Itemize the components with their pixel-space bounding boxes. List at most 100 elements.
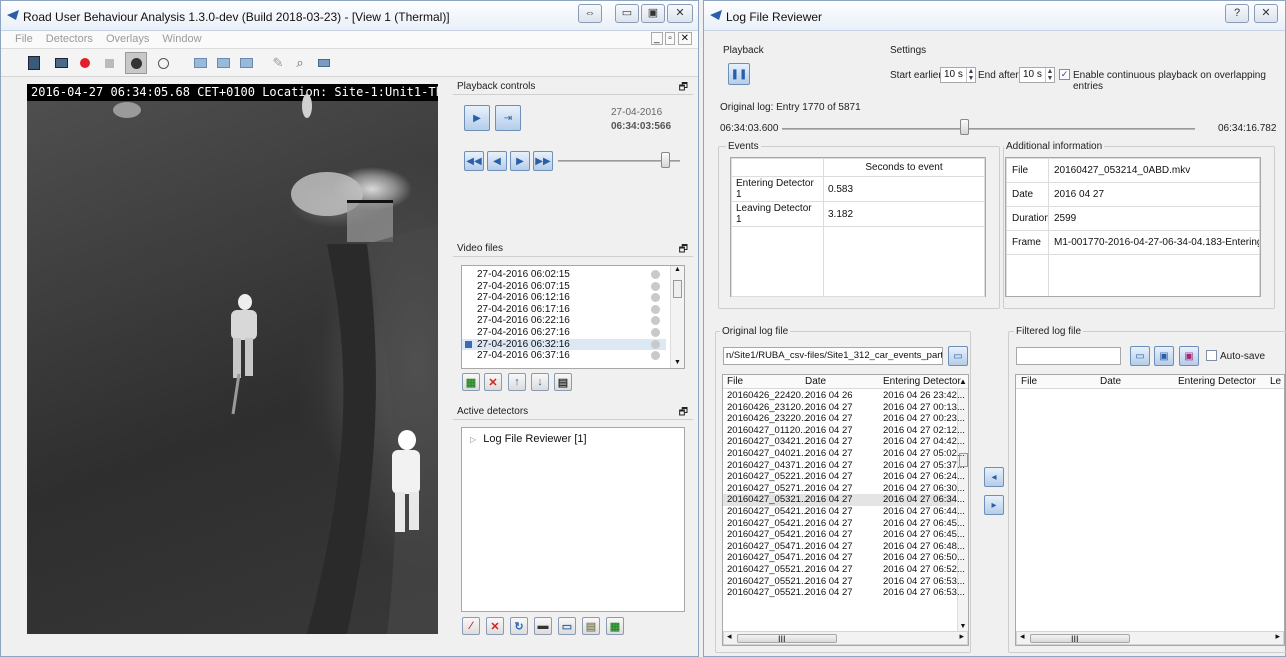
play-button[interactable]: ▶ bbox=[464, 105, 490, 131]
video-file-item[interactable]: 27-04-2016 06:12:16 bbox=[462, 292, 666, 303]
main-title-bar[interactable]: Road User Behaviour Analysis 1.3.0-dev (… bbox=[1, 1, 698, 31]
scroll-right-icon[interactable]: ▸ bbox=[1275, 631, 1280, 642]
add-video-button[interactable]: ▦ bbox=[462, 373, 480, 391]
original-log-hscrollbar[interactable]: ◂ III ▸ bbox=[723, 631, 968, 645]
scroll-down-icon[interactable]: ▼ bbox=[671, 359, 684, 366]
detector-view-button[interactable]: ▭ bbox=[558, 617, 576, 635]
save-as-filtered-log-button[interactable]: ▣ bbox=[1179, 346, 1199, 366]
log-position-slider-thumb[interactable] bbox=[959, 119, 969, 135]
log-row[interactable]: 20160427_05321... 2016 04 27 2016 04 27 06… bbox=[723, 494, 965, 506]
filtered-log-hscrollbar[interactable]: ◂ III ▸ bbox=[1016, 631, 1284, 645]
mdi-close-button[interactable]: ✕ bbox=[677, 32, 692, 45]
log-row[interactable]: 20160427_05421... 2016 04 27 2016 04 27 06… bbox=[723, 518, 965, 530]
menu-file[interactable]: File bbox=[1, 31, 38, 47]
dock-float-icon[interactable]: 🗗 bbox=[679, 80, 688, 97]
info-value[interactable]: 20160427_053214_0ABD.mkv bbox=[1048, 158, 1260, 183]
menu-detectors[interactable]: Detectors bbox=[41, 31, 98, 47]
detector-tree-item[interactable]: ▷ Log File Reviewer [1] bbox=[470, 433, 587, 445]
step-to-button[interactable]: ⇥ bbox=[495, 105, 521, 131]
open-project-icon[interactable] bbox=[25, 54, 43, 72]
scroll-thumb[interactable]: III bbox=[1030, 634, 1130, 644]
scroll-right-icon[interactable]: ▸ bbox=[959, 631, 964, 642]
spin-arrows-icon[interactable]: ▲ ▼ bbox=[966, 68, 975, 82]
move-up-button[interactable]: ↑ bbox=[508, 373, 526, 391]
open-original-log-button[interactable]: ▭ bbox=[948, 346, 968, 366]
move-to-filtered-button[interactable]: ▸ bbox=[984, 495, 1004, 515]
continuous-playback-checkbox[interactable]: ✓ bbox=[1059, 69, 1070, 80]
auto-save-checkbox[interactable] bbox=[1206, 350, 1217, 361]
rewind-fast-button[interactable]: ◀◀ bbox=[464, 151, 484, 171]
log-row[interactable]: 20160426_23220... 2016 04 27 2016 04 27 00… bbox=[723, 413, 965, 425]
menu-overlays[interactable]: Overlays bbox=[101, 31, 154, 47]
mdi-restore-button[interactable]: ▫ bbox=[665, 32, 675, 45]
timer-icon[interactable] bbox=[125, 52, 147, 74]
restore-size-icon[interactable]: ⇔ bbox=[578, 4, 602, 23]
step-forward-button[interactable]: ▶ bbox=[510, 151, 530, 171]
column-header[interactable]: Entering Detector bbox=[883, 375, 961, 389]
column-header[interactable]: Le bbox=[1270, 375, 1281, 389]
video-file-item[interactable]: 27-04-2016 06:02:15 bbox=[462, 269, 666, 280]
column-header[interactable]: Date bbox=[1100, 375, 1121, 389]
scroll-thumb[interactable] bbox=[673, 280, 682, 298]
clock-icon[interactable] bbox=[154, 54, 172, 72]
pencil-icon[interactable]: ✎ bbox=[269, 54, 287, 72]
dock-float-icon[interactable]: 🗗 bbox=[679, 405, 688, 422]
mdi-minimize-button[interactable]: _ bbox=[650, 32, 663, 45]
log-row[interactable]: 20160427_05421... 2016 04 27 2016 04 27 06… bbox=[723, 506, 965, 518]
log-row[interactable]: 20160427_04021... 2016 04 27 2016 04 27 05… bbox=[723, 448, 965, 460]
screen-icon[interactable] bbox=[52, 54, 70, 72]
events-table[interactable]: Seconds to event Entering Detector 1 0.5… bbox=[730, 157, 986, 297]
event-value[interactable]: 0.583 bbox=[823, 176, 985, 202]
video-file-item[interactable]: 27-04-2016 06:17:16 bbox=[462, 304, 666, 315]
log-row[interactable]: 20160427_05421... 2016 04 27 2016 04 27 06… bbox=[723, 529, 965, 541]
close-button[interactable]: ✕ bbox=[667, 4, 693, 23]
log-row[interactable]: 20160427_05471... 2016 04 27 2016 04 27 06… bbox=[723, 552, 965, 564]
menu-window[interactable]: Window bbox=[157, 31, 206, 47]
open-filtered-log-button[interactable]: ▭ bbox=[1130, 346, 1150, 366]
log-row[interactable]: 20160427_05221... 2016 04 27 2016 04 27 06… bbox=[723, 471, 965, 483]
log-row[interactable]: 20160427_05521... 2016 04 27 2016 04 27 06… bbox=[723, 576, 965, 588]
pause-button[interactable]: ❚❚ bbox=[728, 63, 750, 85]
detector-export-button[interactable]: ▦ bbox=[606, 617, 624, 635]
scroll-left-icon[interactable]: ◂ bbox=[727, 631, 732, 642]
video-file-item[interactable]: 27-04-2016 06:07:15 bbox=[462, 281, 666, 292]
layout-icon-1[interactable] bbox=[191, 54, 209, 72]
log-row[interactable]: 20160427_03421... 2016 04 27 2016 04 27 04… bbox=[723, 436, 965, 448]
layout-icon-2[interactable] bbox=[214, 54, 232, 72]
log-row[interactable]: 20160427_04371... 2016 04 27 2016 04 27 05… bbox=[723, 460, 965, 472]
log-row[interactable]: 20160427_05521... 2016 04 27 2016 04 27 06… bbox=[723, 564, 965, 576]
remove-video-button[interactable]: ✕ bbox=[484, 373, 502, 391]
network-icon[interactable] bbox=[315, 54, 333, 72]
original-log-table[interactable]: File Date Entering Detector ▲ ▼ ◂ III ▸ … bbox=[722, 374, 969, 646]
video-files-list[interactable]: ▲ ▼ 27-04-2016 06:02:15 27-04-2016 06:07:… bbox=[461, 265, 685, 369]
edit-detector-button[interactable]: ⁄ bbox=[462, 617, 480, 635]
video-properties-button[interactable]: ▤ bbox=[554, 373, 572, 391]
maximize-button[interactable]: ▣ bbox=[641, 4, 665, 23]
column-header[interactable]: File bbox=[1021, 375, 1037, 389]
thermal-video-view[interactable]: 2016-04-27 06:34:05.68 CET+0100 Location… bbox=[27, 84, 438, 634]
save-filtered-log-button[interactable]: ▣ bbox=[1154, 346, 1174, 366]
log-row[interactable]: 20160427_01120... 2016 04 27 2016 04 27 02… bbox=[723, 425, 965, 437]
reviewer-title-bar[interactable]: Log File Reviewer ? ✕ bbox=[704, 1, 1285, 31]
active-detectors-tree[interactable]: ▷ Log File Reviewer [1] bbox=[461, 427, 685, 612]
video-file-item[interactable]: 27-04-2016 06:22:16 bbox=[462, 315, 666, 326]
log-row[interactable]: 20160426_23120... 2016 04 27 2016 04 27 00… bbox=[723, 402, 965, 414]
move-to-original-button[interactable]: ◂ bbox=[984, 467, 1004, 487]
scroll-up-icon[interactable]: ▲ bbox=[671, 266, 684, 273]
event-value[interactable]: 3.182 bbox=[823, 201, 985, 227]
playback-speed-slider-thumb[interactable] bbox=[661, 152, 671, 168]
column-header[interactable]: File bbox=[727, 375, 743, 389]
end-after-spinbox[interactable]: 10 s ▲ ▼ bbox=[1019, 67, 1055, 83]
forward-fast-button[interactable]: ▶▶ bbox=[533, 151, 553, 171]
column-header[interactable]: Entering Detector bbox=[1178, 375, 1256, 389]
step-back-button[interactable]: ◀ bbox=[487, 151, 507, 171]
filtered-log-table[interactable]: File Date Entering Detector Le ◂ III ▸ bbox=[1015, 374, 1285, 646]
log-position-slider-track[interactable] bbox=[782, 128, 1195, 130]
detector-config-button[interactable]: ▬ bbox=[534, 617, 552, 635]
info-value[interactable]: 2599 bbox=[1048, 206, 1260, 231]
spin-arrows-icon[interactable]: ▲ ▼ bbox=[1045, 68, 1054, 82]
detector-report-button[interactable]: ▤ bbox=[582, 617, 600, 635]
sort-indicator-icon[interactable]: ▲ bbox=[959, 375, 967, 389]
info-value[interactable]: M1-001770-2016-04-27-06-34-04.183-Enteri… bbox=[1048, 230, 1260, 255]
video-file-item[interactable]: 27-04-2016 06:27:16 bbox=[462, 327, 666, 338]
